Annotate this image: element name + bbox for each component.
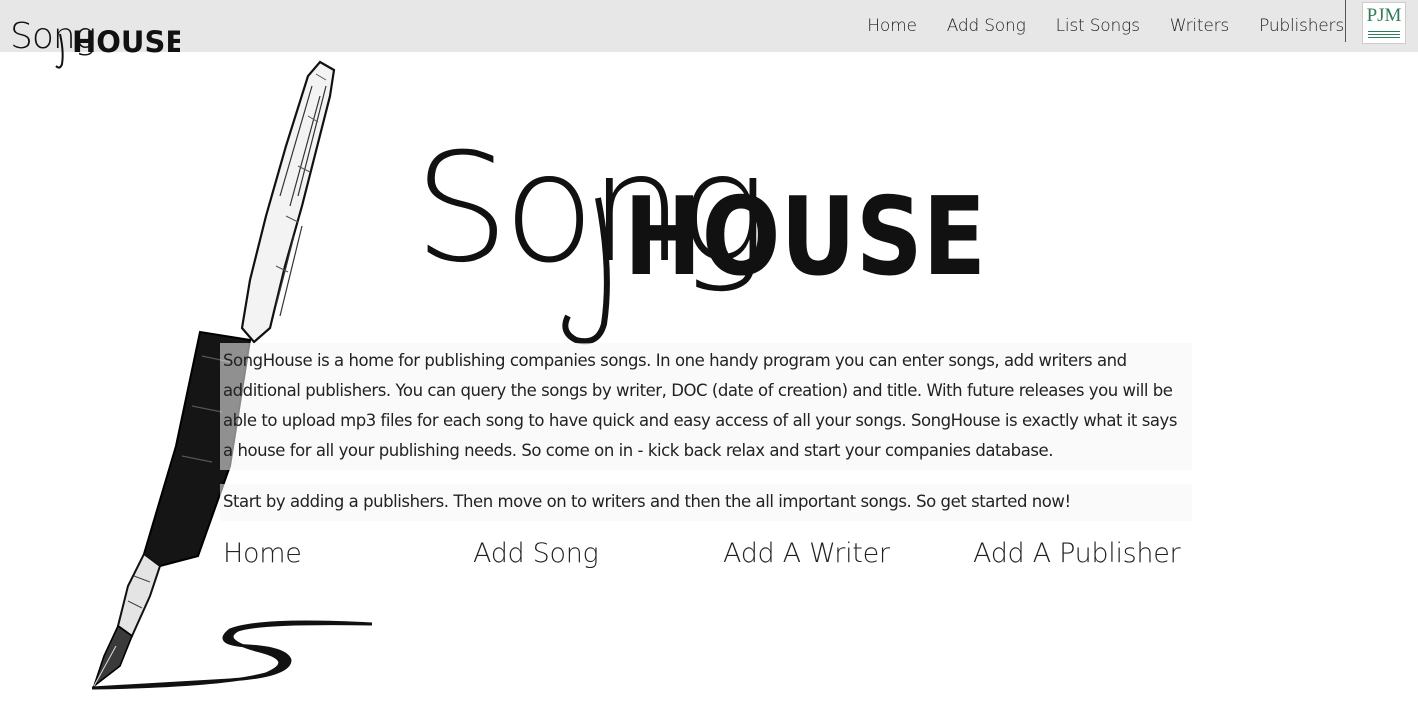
intro-paragraph: SongHouse is a home for publishing compa… [220, 343, 1192, 470]
pjm-logo[interactable]: PJM [1362, 2, 1406, 44]
top-navbar: Song HOUSE Home Add Song List Songs Writ… [0, 0, 1418, 69]
brand-logo-block-text: HOUSE [72, 25, 180, 59]
quick-link-add-song[interactable]: Add Song [473, 538, 599, 569]
intro-section: SongHouse is a home for publishing compa… [220, 343, 1192, 521]
nav-publishers[interactable]: Publishers [1259, 16, 1344, 36]
nav-divider [1345, 0, 1346, 42]
nav-list-songs[interactable]: List Songs [1056, 16, 1140, 36]
pjm-logo-lines [1368, 31, 1400, 40]
hero-logo-block-text: HOUSE [624, 175, 986, 300]
songhouse-hero-logo: Song HOUSE [414, 122, 986, 345]
quick-links: Home Add Song Add A Writer Add A Publish… [223, 538, 1223, 578]
quick-link-add-publisher[interactable]: Add A Publisher [973, 538, 1181, 569]
main-nav: Home Add Song List Songs Writers Publish… [837, 0, 1344, 52]
quick-link-home[interactable]: Home [223, 538, 302, 569]
nav-add-song[interactable]: Add Song [947, 16, 1026, 36]
page: Song HOUSE Home Add Song List Songs Writ… [0, 0, 1418, 720]
nav-home[interactable]: Home [867, 16, 917, 36]
nav-writers[interactable]: Writers [1170, 16, 1230, 36]
intro-cta-paragraph: Start by adding a publishers. Then move … [220, 484, 1192, 521]
quick-link-add-writer[interactable]: Add A Writer [723, 538, 890, 569]
pjm-logo-text: PJM [1366, 5, 1402, 26]
